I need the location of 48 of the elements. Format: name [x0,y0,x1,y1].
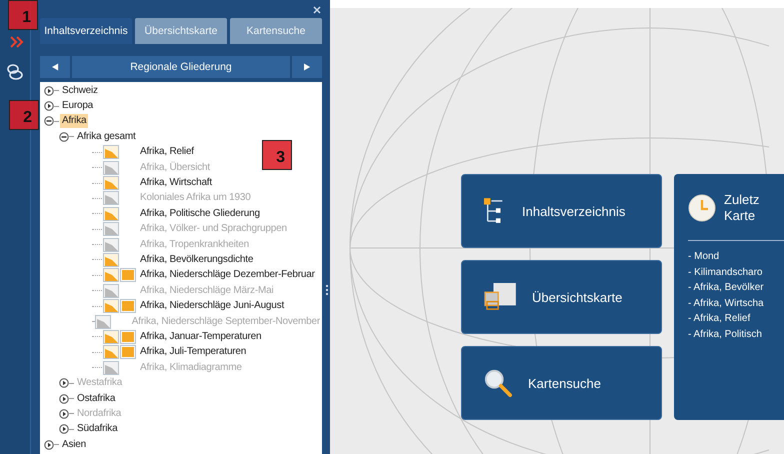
close-icon[interactable] [313,6,321,14]
annotation-marker: 2 [9,100,39,130]
home-card[interactable]: Inhaltsverzeichnis [461,174,662,248]
tree-item[interactable]: Asien [60,438,88,452]
recent-map-link[interactable]: - Afrika, Politisch [688,326,784,342]
expand-icon[interactable] [59,424,69,434]
expand-icon[interactable] [44,440,54,450]
tree-item[interactable]: Afrika [60,114,88,128]
map-item[interactable]: Afrika, Niederschläge Juni-August [138,299,286,314]
map-item[interactable]: Afrika, Juli-Temperaturen [138,345,248,360]
annotation-marker: 1 [8,0,38,30]
left-triangle-icon [52,63,58,71]
navigator-title: Regionale Gliederung [72,56,290,78]
map-item[interactable]: Afrika, Wirtschaft [138,176,214,190]
expand-icon[interactable] [59,394,69,404]
map-item[interactable]: Afrika, Politische Gliederung [138,206,262,221]
splitter-handle[interactable] [326,285,328,295]
collapse-icon[interactable] [44,116,54,126]
clock-icon [688,194,716,222]
map-item[interactable]: Afrika, Januar-Temperaturen [138,330,264,344]
recent-map-link[interactable]: - Afrika, Wirtscha [688,296,784,311]
home-card[interactable]: Übersichtskarte [461,260,662,334]
rings-icon[interactable] [5,62,25,82]
recent-map-link[interactable]: - Mond [688,249,784,264]
card-title: Karte [724,208,756,224]
previous-button[interactable] [40,56,70,78]
home-card[interactable]: Kartensuche [461,346,662,420]
recent-map-link[interactable]: - Afrika, Relief [688,311,784,326]
expand-icon[interactable] [44,101,54,112]
next-button[interactable] [292,56,322,78]
card-title: Zuletz [724,192,760,208]
recent-map-link[interactable]: - Kilimandscharo [688,264,784,280]
overlapping-squares-icon [484,283,516,311]
tree-item[interactable]: Schweiz [60,84,100,98]
tree-item[interactable]: Südafrika [75,422,120,436]
right-triangle-icon [304,63,310,71]
search-icon [484,369,512,397]
expand-icon[interactable] [44,86,54,96]
annotation-marker: 3 [262,140,292,170]
tab[interactable]: Inhaltsverzeichnis [40,18,132,44]
tree-item[interactable]: Ostafrika [75,392,118,406]
collapse-icon[interactable] [59,132,69,142]
map-item[interactable]: Afrika, Niederschläge Dezember-Februar [138,268,317,282]
map-item[interactable]: Afrika, Bevölkerungsdichte [138,252,256,267]
recent-map-link[interactable]: - Afrika, Bevölker [688,280,784,296]
tree-item[interactable]: Europa [60,99,96,114]
map-item[interactable]: Afrika, Relief [138,145,196,160]
tree-item[interactable]: Afrika gesamt [75,130,138,144]
